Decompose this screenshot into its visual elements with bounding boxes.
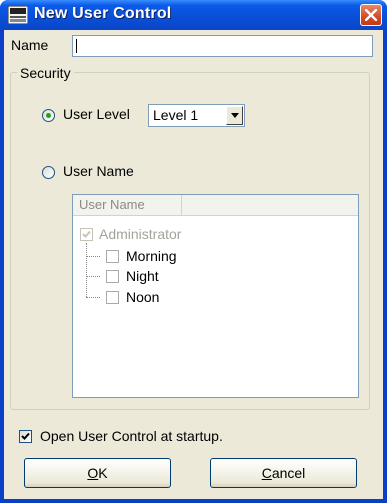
tree-connector — [86, 256, 100, 257]
user-level-label: User Level — [63, 106, 130, 122]
close-icon — [365, 9, 377, 21]
title-bar[interactable]: New User Control — [0, 0, 387, 30]
tree-item-morning[interactable]: Morning — [126, 248, 177, 264]
user-name-label: User Name — [63, 163, 134, 179]
user-name-list[interactable]: User Name Administrator Morning Night No… — [72, 194, 359, 398]
ok-button[interactable]: OK — [24, 458, 171, 488]
cancel-label-rest: ancel — [271, 465, 306, 481]
user-level-dropdown-button[interactable] — [226, 106, 243, 125]
user-level-select[interactable]: Level 1 — [148, 104, 245, 127]
cancel-mnemonic: C — [261, 465, 272, 481]
administrator-checkbox — [80, 228, 93, 241]
morning-checkbox[interactable] — [106, 250, 119, 263]
cancel-button[interactable]: Cancel — [210, 458, 357, 488]
checkmark-icon — [82, 230, 91, 238]
noon-checkbox[interactable] — [106, 291, 119, 304]
tree-connector — [86, 276, 100, 277]
tree-connector — [86, 243, 87, 297]
checkmark-icon — [21, 432, 30, 440]
night-checkbox[interactable] — [106, 270, 119, 283]
close-button[interactable] — [360, 4, 382, 26]
radio-selected-dot — [46, 113, 51, 118]
user-level-select-value: Level 1 — [153, 107, 199, 123]
tree-item-noon[interactable]: Noon — [126, 289, 159, 305]
app-logo-icon — [8, 6, 28, 24]
open-at-startup-checkbox[interactable] — [19, 430, 32, 443]
column-header-user-name[interactable]: User Name — [73, 195, 182, 215]
security-group-title: Security — [17, 65, 74, 81]
user-name-radio[interactable] — [42, 166, 55, 179]
window-title: New User Control — [34, 5, 172, 22]
name-input[interactable] — [72, 35, 373, 57]
list-header: User Name — [73, 195, 358, 216]
tree-item-night[interactable]: Night — [126, 268, 159, 284]
user-level-radio[interactable] — [42, 109, 55, 122]
text-caret — [76, 39, 77, 53]
open-at-startup-label: Open User Control at startup. — [40, 428, 223, 444]
chevron-down-icon — [231, 113, 239, 118]
name-label: Name — [11, 37, 49, 53]
ok-mnemonic: O — [87, 465, 99, 481]
ok-label-rest: K — [98, 465, 108, 481]
tree-connector — [86, 297, 100, 298]
tree-item-administrator: Administrator — [99, 226, 182, 242]
